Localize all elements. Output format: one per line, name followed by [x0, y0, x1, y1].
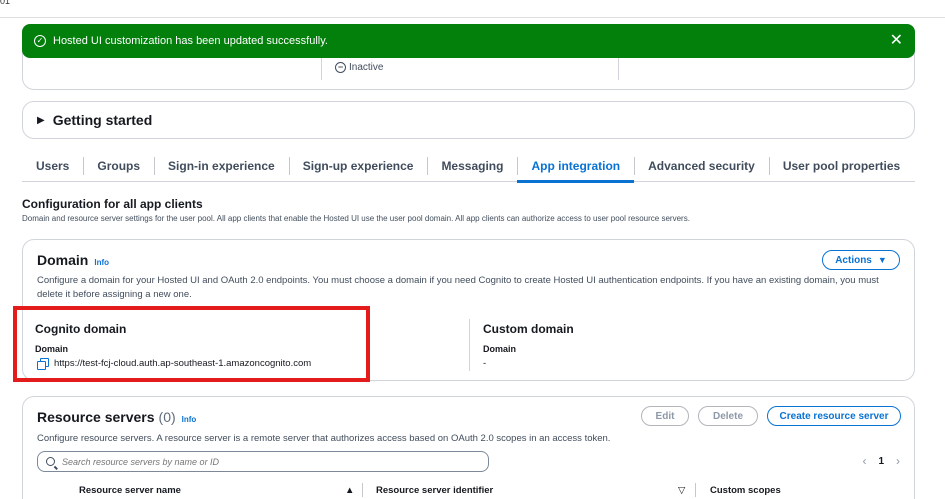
- column-custom-scopes[interactable]: Custom scopes: [710, 485, 781, 496]
- tab-advanced-security[interactable]: Advanced security: [634, 150, 769, 182]
- caret-right-icon: ▶: [37, 114, 45, 126]
- search-field[interactable]: [37, 451, 489, 472]
- caret-down-icon: ▼: [877, 255, 887, 265]
- resource-servers-description: Configure resource servers. A resource s…: [37, 433, 611, 444]
- next-page-icon[interactable]: ›: [896, 454, 900, 468]
- column-resource-server-identifier[interactable]: Resource server identifier: [376, 485, 493, 496]
- previous-page-icon[interactable]: ‹: [862, 454, 866, 468]
- edit-button[interactable]: Edit: [641, 406, 689, 426]
- getting-started-title: Getting started: [52, 112, 153, 128]
- pagination: ‹ 1 ›: [862, 454, 900, 468]
- resource-servers-header: Resource servers (0) Info: [37, 409, 196, 425]
- inactive-icon: −: [335, 62, 346, 73]
- custom-domain-title: Custom domain: [483, 322, 574, 336]
- flash-message: Hosted UI customization has been updated…: [53, 35, 328, 47]
- getting-started-expander[interactable]: ▶ Getting started: [22, 101, 915, 139]
- success-check-icon: ✓: [34, 35, 46, 47]
- section-description: Domain and resource server settings for …: [22, 214, 690, 223]
- cognito-domain-title: Cognito domain: [35, 322, 127, 336]
- status-text: Inactive: [349, 62, 384, 73]
- tab-groups[interactable]: Groups: [83, 150, 154, 182]
- info-link[interactable]: Info: [182, 415, 197, 424]
- resource-servers-panel: Resource servers (0) Info Edit Delete Cr…: [22, 396, 915, 499]
- status-inactive: − Inactive: [335, 62, 383, 73]
- domain-title: Domain: [37, 252, 89, 268]
- success-flash-banner: ✓ Hosted UI customization has been updat…: [22, 24, 915, 58]
- tab-sign-up-experience[interactable]: Sign-up experience: [288, 150, 428, 182]
- column-divider: [362, 483, 363, 497]
- column-label: Resource server name: [79, 485, 181, 496]
- tab-user-pool-properties[interactable]: User pool properties: [768, 150, 914, 182]
- divider: [321, 58, 322, 80]
- copy-icon[interactable]: [37, 358, 49, 370]
- domain-description: Configure a domain for your Hosted UI an…: [37, 275, 879, 300]
- tab-messaging[interactable]: Messaging: [427, 150, 517, 182]
- cognito-domain-label: Domain: [35, 344, 69, 354]
- custom-domain-value: -: [483, 358, 487, 369]
- info-link[interactable]: Info: [94, 258, 109, 267]
- search-icon: [46, 457, 55, 466]
- tab-sign-in-experience[interactable]: Sign-in experience: [154, 150, 289, 182]
- column-label: Custom scopes: [710, 485, 781, 496]
- top-fragment: 01: [0, 0, 11, 6]
- tab-bar: Users Groups Sign-in experience Sign-up …: [22, 150, 915, 183]
- create-resource-server-button[interactable]: Create resource server: [767, 406, 901, 426]
- domain-panel: Domain Info Actions ▼ Configure a domain…: [22, 239, 915, 381]
- table-header: Resource server name ▲ Resource server i…: [37, 481, 903, 499]
- actions-button[interactable]: Actions ▼: [822, 250, 900, 270]
- delete-button[interactable]: Delete: [698, 406, 758, 426]
- tab-app-integration[interactable]: App integration: [517, 150, 634, 183]
- sort-icon[interactable]: ▽: [678, 485, 685, 496]
- divider: [618, 58, 619, 80]
- domain-header: Domain Info: [37, 252, 109, 268]
- custom-domain-label: Domain: [483, 344, 517, 354]
- column-label: Resource server identifier: [376, 485, 494, 496]
- tab-users[interactable]: Users: [22, 150, 83, 182]
- close-icon[interactable]: ✕: [890, 33, 903, 49]
- section-title: Configuration for all app clients: [22, 197, 203, 211]
- cognito-domain-url: https://test-fcj-cloud.auth.ap-southeast…: [54, 358, 312, 369]
- column-divider: [469, 319, 470, 371]
- column-divider: [695, 483, 696, 497]
- page-number[interactable]: 1: [878, 456, 884, 467]
- search-input[interactable]: [62, 456, 462, 467]
- column-resource-server-name[interactable]: Resource server name: [79, 485, 181, 496]
- sort-ascending-icon[interactable]: ▲: [345, 485, 354, 496]
- top-bar: 01: [0, 0, 945, 18]
- resource-servers-count: (0): [158, 409, 176, 425]
- cognito-domain-value: https://test-fcj-cloud.auth.ap-southeast…: [37, 358, 312, 370]
- actions-label: Actions: [835, 254, 872, 266]
- resource-servers-title: Resource servers: [37, 409, 155, 425]
